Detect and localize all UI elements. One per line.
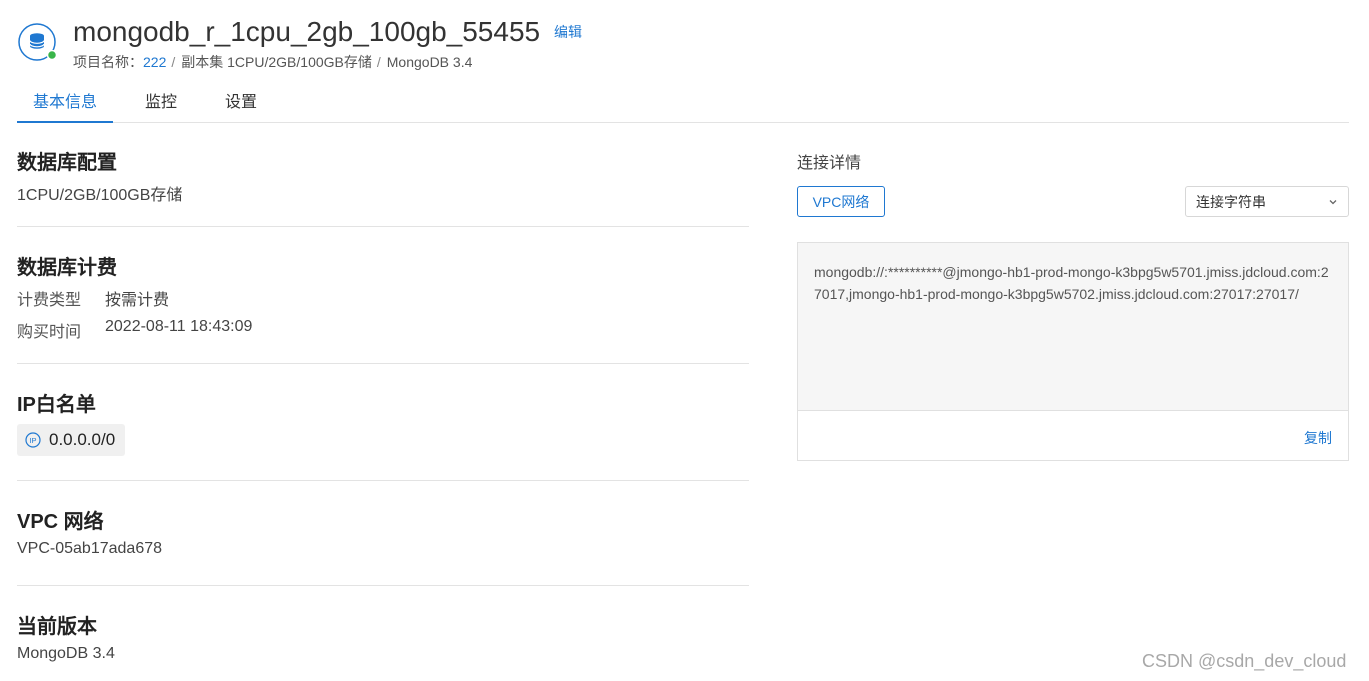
db-config-value: 1CPU/2GB/100GB存储 — [17, 187, 183, 204]
engine-text: MongoDB 3.4 — [386, 54, 473, 70]
db-config-title: 数据库配置 — [17, 152, 117, 174]
version-title: 当前版本 — [17, 616, 97, 638]
divider — [17, 226, 749, 227]
divider — [17, 585, 749, 586]
connection-type-value: 连接字符串 — [1196, 193, 1266, 210]
spec-text: 副本集 1CPU/2GB/100GB存储 — [181, 54, 372, 70]
divider — [17, 363, 749, 364]
database-status-icon — [17, 22, 58, 62]
ip-whitelist-chip: IP 0.0.0.0/0 — [17, 424, 126, 456]
tab-settings[interactable]: 设置 — [225, 90, 257, 121]
billing-type-label: 计费类型 — [17, 292, 82, 309]
breadcrumb-separator: / — [171, 54, 176, 70]
status-dot — [46, 49, 58, 61]
ip-whitelist-value: 0.0.0.0/0 — [49, 430, 116, 449]
connection-box-footer: 复制 — [797, 410, 1349, 461]
connection-details-title: 连接详情 — [797, 155, 862, 172]
vpc-network-button[interactable]: VPC网络 — [797, 186, 885, 217]
ip-whitelist-title: IP白名单 — [17, 394, 96, 416]
tab-bar: 基本信息 监控 设置 — [17, 90, 1349, 123]
ip-icon: IP — [25, 432, 41, 448]
page-title: mongodb_r_1cpu_2gb_100gb_55455 — [73, 16, 541, 47]
purchase-time-label: 购买时间 — [17, 324, 82, 341]
edit-name-link[interactable]: 编辑 — [554, 22, 582, 42]
tab-basic-info[interactable]: 基本信息 — [17, 90, 113, 123]
project-link[interactable]: 222 — [143, 54, 166, 70]
connection-type-select[interactable]: 连接字符串 — [1185, 186, 1349, 217]
chevron-down-icon — [1329, 200, 1337, 205]
billing-title: 数据库计费 — [17, 257, 117, 279]
vpc-title: VPC 网络 — [17, 511, 104, 533]
billing-type-value: 按需计费 — [105, 292, 170, 309]
database-icon — [18, 23, 58, 61]
copy-button[interactable]: 复制 — [1304, 428, 1332, 448]
svg-text:IP: IP — [29, 436, 36, 445]
divider — [17, 480, 749, 481]
watermark: CSDN @csdn_dev_cloud — [1142, 651, 1347, 671]
tab-monitoring[interactable]: 监控 — [145, 90, 177, 121]
breadcrumb-separator: / — [376, 54, 381, 70]
version-value: MongoDB 3.4 — [17, 645, 115, 662]
vpc-value: VPC-05ab17ada678 — [17, 540, 163, 557]
breadcrumb: 项目名称：222/副本集 1CPU/2GB/100GB存储 / MongoDB 3.… — [73, 53, 472, 71]
purchase-time-value: 2022-08-11 18:43:09 — [105, 318, 253, 335]
project-label: 项目名称： — [73, 54, 143, 70]
connection-string-box: mongodb://:**********@jmongo-hb1-prod-mo… — [797, 242, 1349, 411]
